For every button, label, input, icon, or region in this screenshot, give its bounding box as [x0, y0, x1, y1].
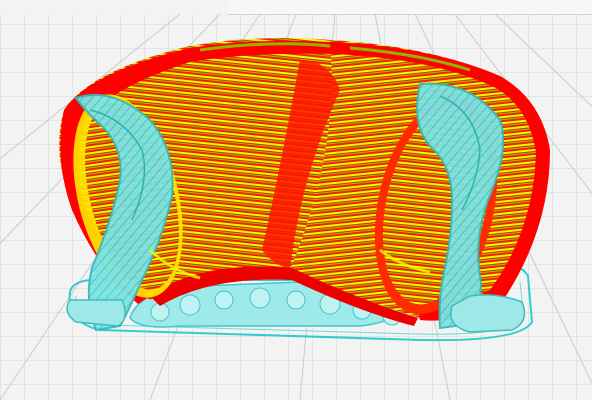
model-preview-canvas[interactable]	[0, 0, 592, 400]
slicer-viewport[interactable]	[0, 0, 592, 400]
